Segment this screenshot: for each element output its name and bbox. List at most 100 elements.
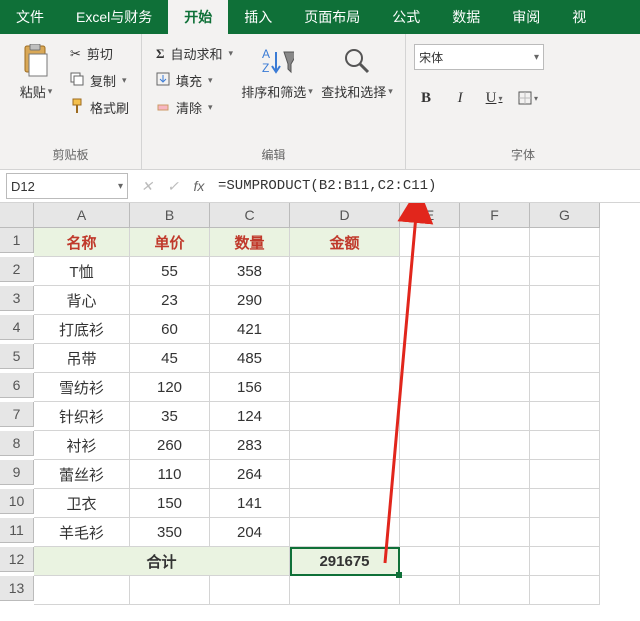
cell[interactable] xyxy=(530,257,600,286)
italic-button[interactable]: I xyxy=(448,86,472,110)
row-header[interactable]: 12 xyxy=(0,547,34,572)
spreadsheet-grid[interactable]: A B C D E F G 1 名称 单价 数量 金额 2 T恤55358 3 … xyxy=(0,203,640,605)
clear-button[interactable]: 清除 ▾ xyxy=(156,98,233,117)
col-header-d[interactable]: D xyxy=(290,203,400,228)
tab-formulas[interactable]: 公式 xyxy=(376,0,436,34)
cell[interactable] xyxy=(290,489,400,518)
cell[interactable]: 吊带 xyxy=(34,344,130,373)
cell[interactable] xyxy=(460,228,530,257)
row-header[interactable]: 5 xyxy=(0,344,34,369)
cell[interactable]: 蕾丝衫 xyxy=(34,460,130,489)
cell[interactable] xyxy=(400,257,460,286)
col-header-a[interactable]: A xyxy=(34,203,130,228)
cell[interactable] xyxy=(400,547,460,576)
paste-button[interactable]: 粘贴▾ xyxy=(8,38,64,101)
cell[interactable] xyxy=(460,460,530,489)
name-box[interactable]: D12 ▾ xyxy=(6,173,128,199)
col-header-f[interactable]: F xyxy=(460,203,530,228)
cell[interactable]: 雪纺衫 xyxy=(34,373,130,402)
cell[interactable] xyxy=(530,489,600,518)
tab-insert[interactable]: 插入 xyxy=(228,0,288,34)
underline-button[interactable]: U▾ xyxy=(482,86,506,110)
cell[interactable]: 358 xyxy=(210,257,290,286)
cell[interactable] xyxy=(290,315,400,344)
cell[interactable] xyxy=(400,373,460,402)
row-header[interactable]: 8 xyxy=(0,431,34,456)
cell[interactable] xyxy=(400,460,460,489)
cell[interactable]: 290 xyxy=(210,286,290,315)
cell[interactable]: 打底衫 xyxy=(34,315,130,344)
header-amount[interactable]: 金额 xyxy=(290,228,400,257)
cell[interactable] xyxy=(530,431,600,460)
row-header[interactable]: 7 xyxy=(0,402,34,427)
font-name-combo[interactable]: 宋体 ▾ xyxy=(414,44,544,70)
total-value-cell[interactable]: 291675 xyxy=(290,547,400,576)
cell[interactable] xyxy=(530,228,600,257)
col-header-e[interactable]: E xyxy=(400,203,460,228)
cell[interactable] xyxy=(460,431,530,460)
header-price[interactable]: 单价 xyxy=(130,228,210,257)
cell[interactable]: 264 xyxy=(210,460,290,489)
cell[interactable] xyxy=(210,576,290,605)
row-header[interactable]: 10 xyxy=(0,489,34,514)
row-header[interactable]: 13 xyxy=(0,576,34,601)
select-all-corner[interactable] xyxy=(0,203,34,228)
cell[interactable] xyxy=(400,518,460,547)
cell[interactable]: 55 xyxy=(130,257,210,286)
insert-function-button[interactable]: fx xyxy=(186,173,212,199)
cell[interactable] xyxy=(290,431,400,460)
cell[interactable]: 141 xyxy=(210,489,290,518)
cell[interactable] xyxy=(530,315,600,344)
cell[interactable]: 110 xyxy=(130,460,210,489)
cell[interactable] xyxy=(460,576,530,605)
cell[interactable] xyxy=(400,315,460,344)
cell[interactable]: 衬衫 xyxy=(34,431,130,460)
cell[interactable]: 120 xyxy=(130,373,210,402)
tab-view[interactable]: 视 xyxy=(556,0,602,34)
header-name[interactable]: 名称 xyxy=(34,228,130,257)
format-painter-button[interactable]: 格式刷 xyxy=(70,98,129,117)
cell[interactable]: 124 xyxy=(210,402,290,431)
sort-filter-button[interactable]: AZ 排序和筛选▾ xyxy=(237,38,317,101)
tab-home[interactable]: 开始 xyxy=(168,0,228,34)
cell[interactable] xyxy=(400,489,460,518)
cell[interactable] xyxy=(290,373,400,402)
borders-button[interactable]: ▾ xyxy=(516,86,540,110)
row-header[interactable]: 9 xyxy=(0,460,34,485)
cell[interactable]: 卫衣 xyxy=(34,489,130,518)
tab-page-layout[interactable]: 页面布局 xyxy=(288,0,376,34)
row-header[interactable]: 11 xyxy=(0,518,34,543)
cell[interactable]: 204 xyxy=(210,518,290,547)
total-label-cell[interactable]: 合计 xyxy=(34,547,290,576)
cell[interactable]: 针织衫 xyxy=(34,402,130,431)
cell[interactable]: 23 xyxy=(130,286,210,315)
header-qty[interactable]: 数量 xyxy=(210,228,290,257)
cell[interactable] xyxy=(460,402,530,431)
cell[interactable] xyxy=(400,228,460,257)
cell[interactable] xyxy=(400,431,460,460)
tab-review[interactable]: 审阅 xyxy=(496,0,556,34)
col-header-b[interactable]: B xyxy=(130,203,210,228)
cell[interactable] xyxy=(460,286,530,315)
row-header[interactable]: 4 xyxy=(0,315,34,340)
cell[interactable] xyxy=(460,315,530,344)
cell[interactable]: 150 xyxy=(130,489,210,518)
cell[interactable] xyxy=(290,518,400,547)
cell[interactable] xyxy=(530,344,600,373)
cell[interactable]: 45 xyxy=(130,344,210,373)
col-header-c[interactable]: C xyxy=(210,203,290,228)
cell[interactable] xyxy=(400,286,460,315)
cell[interactable] xyxy=(460,373,530,402)
tab-file[interactable]: 文件 xyxy=(0,0,60,34)
cell[interactable] xyxy=(290,576,400,605)
cell[interactable] xyxy=(460,547,530,576)
tab-custom[interactable]: Excel与财务 xyxy=(60,0,168,34)
cell[interactable] xyxy=(290,257,400,286)
cell[interactable] xyxy=(460,489,530,518)
cell[interactable] xyxy=(530,286,600,315)
cell[interactable] xyxy=(460,344,530,373)
col-header-g[interactable]: G xyxy=(530,203,600,228)
bold-button[interactable]: B xyxy=(414,86,438,110)
cell[interactable] xyxy=(400,576,460,605)
cell[interactable]: 260 xyxy=(130,431,210,460)
